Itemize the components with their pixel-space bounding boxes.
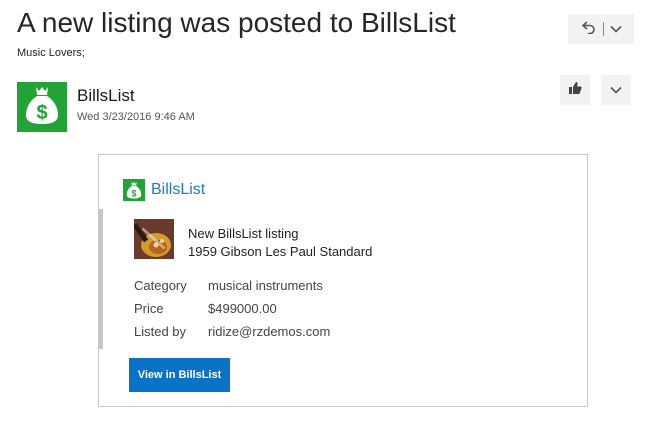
svg-text:$: $ — [131, 188, 136, 198]
listing-name: 1959 Gibson Les Paul Standard — [188, 244, 373, 259]
card-brand: $ BillsList — [123, 179, 205, 201]
fact-row-category: Category musical instruments — [134, 274, 330, 297]
fact-label: Listed by — [134, 324, 187, 339]
reply-icon — [581, 20, 597, 39]
more-actions-button[interactable] — [601, 75, 631, 105]
card-brand-name: BillsList — [151, 181, 206, 198]
like-icon — [568, 81, 582, 100]
like-button[interactable] — [560, 75, 590, 105]
sender-avatar: $ — [17, 82, 67, 132]
chevron-down-icon — [610, 81, 622, 99]
money-bag-icon: $ — [25, 85, 59, 130]
sent-date: Wed 3/23/2016 9:46 AM — [77, 111, 195, 123]
listing-facts: Category musical instruments Price $4990… — [134, 274, 330, 343]
email-recipients[interactable]: Music Lovers; — [17, 47, 85, 59]
billslist-logo-icon: $ — [123, 179, 145, 201]
divider — [602, 22, 604, 36]
listing-header: New BillsList listing — [188, 226, 299, 241]
listing-title: New BillsList listing 1959 Gibson Les Pa… — [188, 225, 372, 261]
fact-label: Price — [134, 301, 164, 316]
fact-row-listed-by: Listed by ridize@rzdemos.com — [134, 320, 330, 343]
sender-name[interactable]: BillsList — [77, 86, 135, 106]
view-in-billslist-button[interactable]: View in BillsList — [129, 358, 230, 392]
fact-row-price: Price $499000.00 — [134, 297, 330, 320]
fact-label: Category — [134, 278, 187, 293]
chevron-down-icon[interactable] — [609, 20, 622, 38]
fact-value: musical instruments — [208, 278, 323, 293]
email-subject: A new listing was posted to BillsList — [17, 7, 456, 38]
guitar-thumbnail — [134, 219, 174, 259]
svg-text:$: $ — [36, 102, 47, 124]
email-reading-pane: A new listing was posted to BillsList Mu… — [0, 0, 654, 430]
fact-value: ridize@rzdemos.com — [208, 324, 331, 339]
accent-bar — [99, 209, 103, 349]
fact-value: $499000.00 — [208, 301, 277, 316]
reply-button[interactable] — [568, 14, 634, 44]
listing-card: $ BillsList New BillsList listing 1959 G… — [98, 154, 588, 407]
